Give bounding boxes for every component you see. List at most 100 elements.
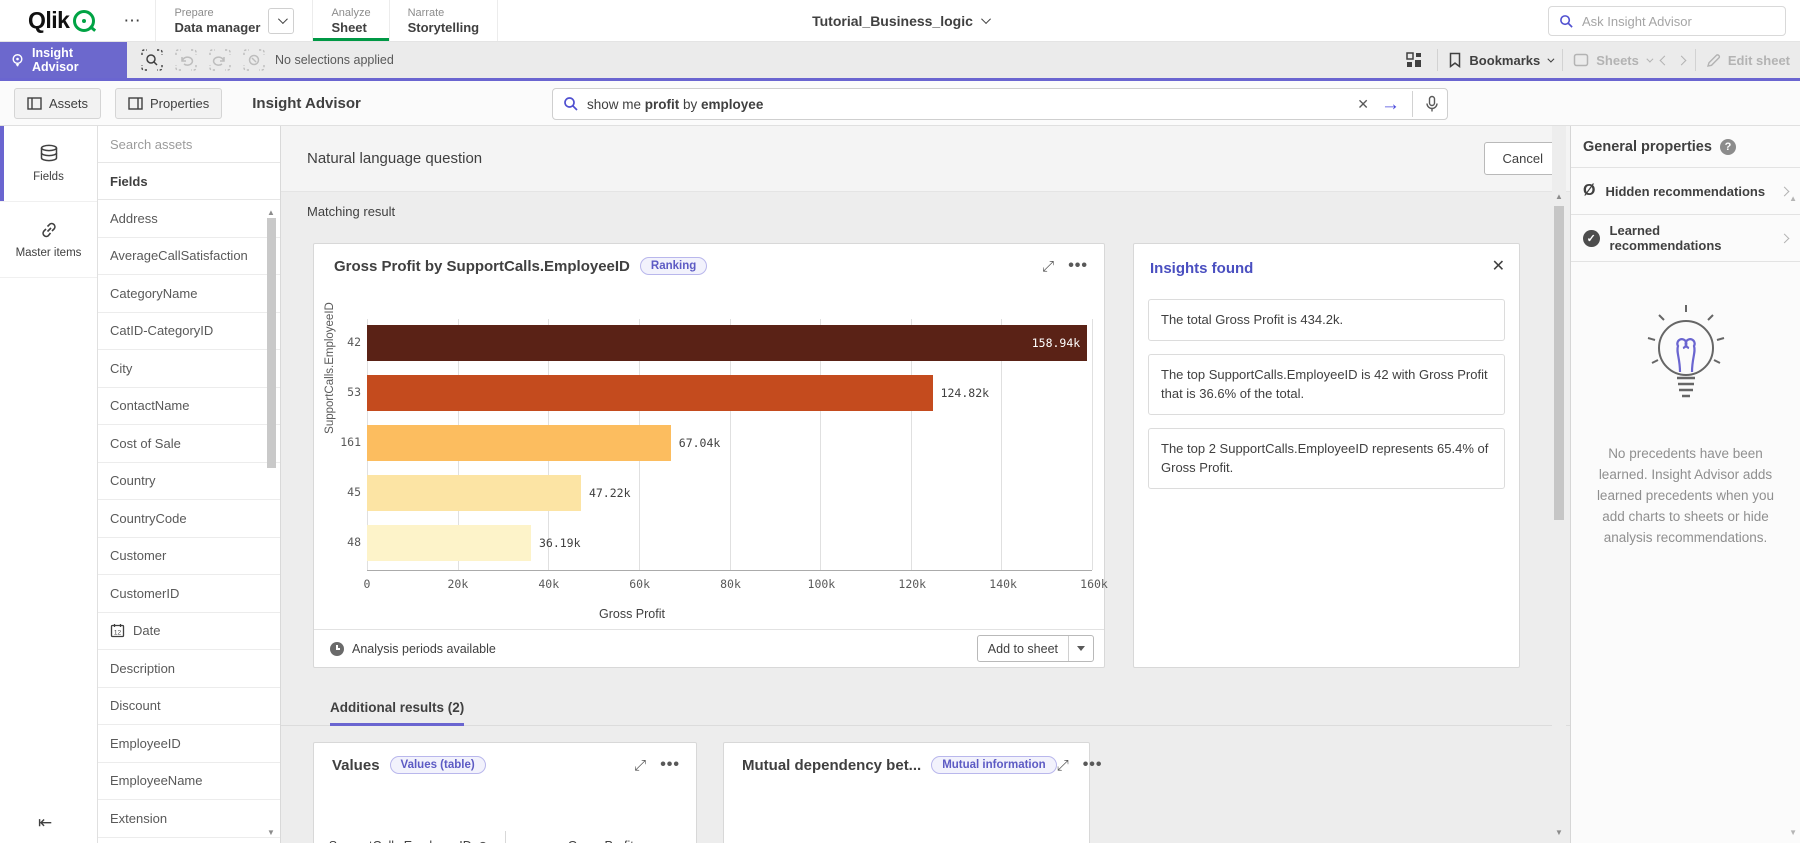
field-item-countrycode[interactable]: CountryCode xyxy=(98,500,280,538)
field-item-customerid[interactable]: CustomerID xyxy=(98,575,280,613)
x-tick-label: 20k xyxy=(447,577,468,591)
hidden-recommendations-row[interactable]: Ø Hidden recommendations xyxy=(1571,168,1800,215)
top-bar: Qlik ⋯ Prepare Data manager Analyze Shee… xyxy=(0,0,1800,42)
bar[interactable] xyxy=(367,325,1087,361)
tab-analyze[interactable]: Analyze Sheet xyxy=(312,0,388,41)
values-col-employeeid[interactable]: SupportCalls.EmployeeID xyxy=(314,831,505,843)
assets-panel: Search assets Fields AddressAverageCallS… xyxy=(98,126,281,843)
bar[interactable] xyxy=(367,475,581,511)
expand-icon[interactable]: ⤢ xyxy=(634,758,646,773)
tab-additional-results[interactable]: Additional results (2) xyxy=(330,700,464,726)
bar-row[interactable]: 53124.82k xyxy=(367,375,1092,411)
previous-sheet-icon xyxy=(1659,55,1669,65)
help-icon[interactable]: ? xyxy=(1720,139,1736,155)
values-col-employeeid-label: SupportCalls.EmployeeID xyxy=(329,839,472,843)
field-item-label: City xyxy=(110,361,132,376)
chart-card[interactable]: Gross Profit by SupportCalls.EmployeeID … xyxy=(313,243,1105,668)
insight-item[interactable]: The total Gross Profit is 434.2k. xyxy=(1148,299,1505,341)
scroll-up-icon[interactable]: ▲ xyxy=(267,208,275,217)
bar[interactable] xyxy=(367,525,531,561)
tab-narrate[interactable]: Narrate Storytelling xyxy=(389,0,499,41)
field-item-contactname[interactable]: ContactName xyxy=(98,388,280,426)
insight-item[interactable]: The top SupportCalls.EmployeeID is 42 wi… xyxy=(1148,354,1505,415)
field-item-cost-of-sale[interactable]: Cost of Sale xyxy=(98,425,280,463)
bookmarks-button[interactable]: Bookmarks xyxy=(1448,52,1552,68)
close-icon[interactable]: ✕ xyxy=(1492,256,1505,276)
rail-tab-fields[interactable]: Fields xyxy=(0,126,97,202)
x-tick-label: 160k xyxy=(1080,577,1108,591)
main-area: Natural language question Cancel Matchin… xyxy=(281,126,1570,843)
scrollbar-thumb[interactable] xyxy=(267,218,276,468)
assets-panel-button[interactable]: Assets xyxy=(14,88,101,119)
field-item-address[interactable]: Address xyxy=(98,200,280,238)
scroll-down-icon[interactable]: ▼ xyxy=(1789,828,1797,837)
redo-selection-icon xyxy=(207,47,233,73)
cancel-button[interactable]: Cancel xyxy=(1484,142,1562,175)
submit-query-icon[interactable]: → xyxy=(1381,95,1400,114)
values-col-gross-profit[interactable]: Gross Profit xyxy=(505,831,697,843)
more-options-icon[interactable]: ••• xyxy=(660,762,680,768)
add-to-sheet-dropdown[interactable] xyxy=(1068,636,1093,661)
search-assets-input[interactable]: Search assets xyxy=(98,126,280,163)
rail-tab-master-items[interactable]: Master items xyxy=(0,202,97,278)
bar[interactable] xyxy=(367,375,933,411)
field-item-discount[interactable]: Discount xyxy=(98,688,280,726)
field-item-label: Address xyxy=(110,211,158,226)
bar[interactable] xyxy=(367,425,671,461)
nlq-search-input[interactable]: show me profit by employee ✕ → xyxy=(552,88,1448,120)
more-options-icon[interactable]: ••• xyxy=(1083,762,1103,768)
smart-search-icon[interactable] xyxy=(139,47,165,73)
chevron-right-icon xyxy=(1780,186,1790,196)
bar-value-label: 47.22k xyxy=(589,486,631,500)
assets-scrollbar[interactable]: ▲ ▼ xyxy=(267,208,277,837)
add-to-sheet-label: Add to sheet xyxy=(978,642,1068,656)
no-precedents-text: No precedents have been learned. Insight… xyxy=(1595,444,1777,549)
collapse-panel-icon[interactable]: ⇤ xyxy=(38,813,52,833)
learned-recommendations-row[interactable]: ✓ Learned recommendations xyxy=(1571,215,1800,262)
field-item-city[interactable]: City xyxy=(98,350,280,388)
panel-right-icon xyxy=(128,97,143,110)
field-item-extension[interactable]: Extension xyxy=(98,800,280,838)
values-card[interactable]: Values Values (table) ⤢ ••• SupportCalls… xyxy=(313,742,697,843)
scroll-down-icon[interactable]: ▼ xyxy=(267,828,275,837)
field-item-averagecallsatisfaction[interactable]: AverageCallSatisfaction xyxy=(98,238,280,276)
insight-advisor-header: Assets Properties Insight Advisor show m… xyxy=(0,81,1800,126)
scrollbar-thumb[interactable] xyxy=(1554,206,1564,520)
clear-query-icon[interactable]: ✕ xyxy=(1357,96,1369,113)
assets-rail: Fields Master items ⇤ xyxy=(0,126,98,843)
app-grid-icon[interactable] xyxy=(1401,47,1427,73)
field-item-description[interactable]: Description xyxy=(98,650,280,688)
prepare-dropdown-button[interactable] xyxy=(268,8,294,34)
field-item-employeeid[interactable]: EmployeeID xyxy=(98,725,280,763)
field-item-customer[interactable]: Customer xyxy=(98,538,280,576)
bar-row[interactable]: 4547.22k xyxy=(367,475,1092,511)
microphone-icon[interactable] xyxy=(1425,95,1439,113)
add-to-sheet-button[interactable]: Add to sheet xyxy=(977,635,1094,662)
expand-icon[interactable]: ⤢ xyxy=(1057,758,1069,773)
check-circle-icon: ✓ xyxy=(1583,230,1600,247)
field-item-categoryname[interactable]: CategoryName xyxy=(98,275,280,313)
tab-prepare[interactable]: Prepare Data manager xyxy=(155,0,312,41)
scroll-up-icon[interactable]: ▲ xyxy=(1555,192,1563,201)
app-title-menu[interactable]: Tutorial_Business_logic xyxy=(812,0,988,41)
more-options-icon[interactable]: ••• xyxy=(1068,263,1088,269)
field-item-employeename[interactable]: EmployeeName xyxy=(98,763,280,801)
sheets-button: Sheets xyxy=(1573,53,1651,68)
global-menu-button[interactable]: ⋯ xyxy=(109,11,155,31)
insight-item[interactable]: The top 2 SupportCalls.EmployeeID repres… xyxy=(1148,428,1505,489)
field-item-country[interactable]: Country xyxy=(98,463,280,501)
bar-row[interactable]: 16167.04k xyxy=(367,425,1092,461)
expand-icon[interactable]: ⤢ xyxy=(1042,259,1054,274)
ask-insight-advisor-input[interactable]: Ask Insight Advisor xyxy=(1548,6,1786,36)
scroll-down-icon[interactable]: ▼ xyxy=(1555,828,1563,837)
chevron-right-icon xyxy=(1780,233,1790,243)
properties-panel-button[interactable]: Properties xyxy=(115,88,222,119)
field-item-date[interactable]: 12Date xyxy=(98,613,280,651)
bar-row[interactable]: 4836.19k xyxy=(367,525,1092,561)
field-item-catid-categoryid[interactable]: CatID-CategoryID xyxy=(98,313,280,351)
bar-row[interactable]: 42158.94k xyxy=(367,325,1092,361)
mutual-dependency-card[interactable]: Mutual dependency bet... Mutual informat… xyxy=(723,742,1090,843)
insight-advisor-button[interactable]: Insight Advisor xyxy=(0,42,127,78)
main-scrollbar[interactable]: ▲ ▼ xyxy=(1552,126,1566,843)
scroll-up-icon[interactable]: ▲ xyxy=(1789,194,1797,203)
